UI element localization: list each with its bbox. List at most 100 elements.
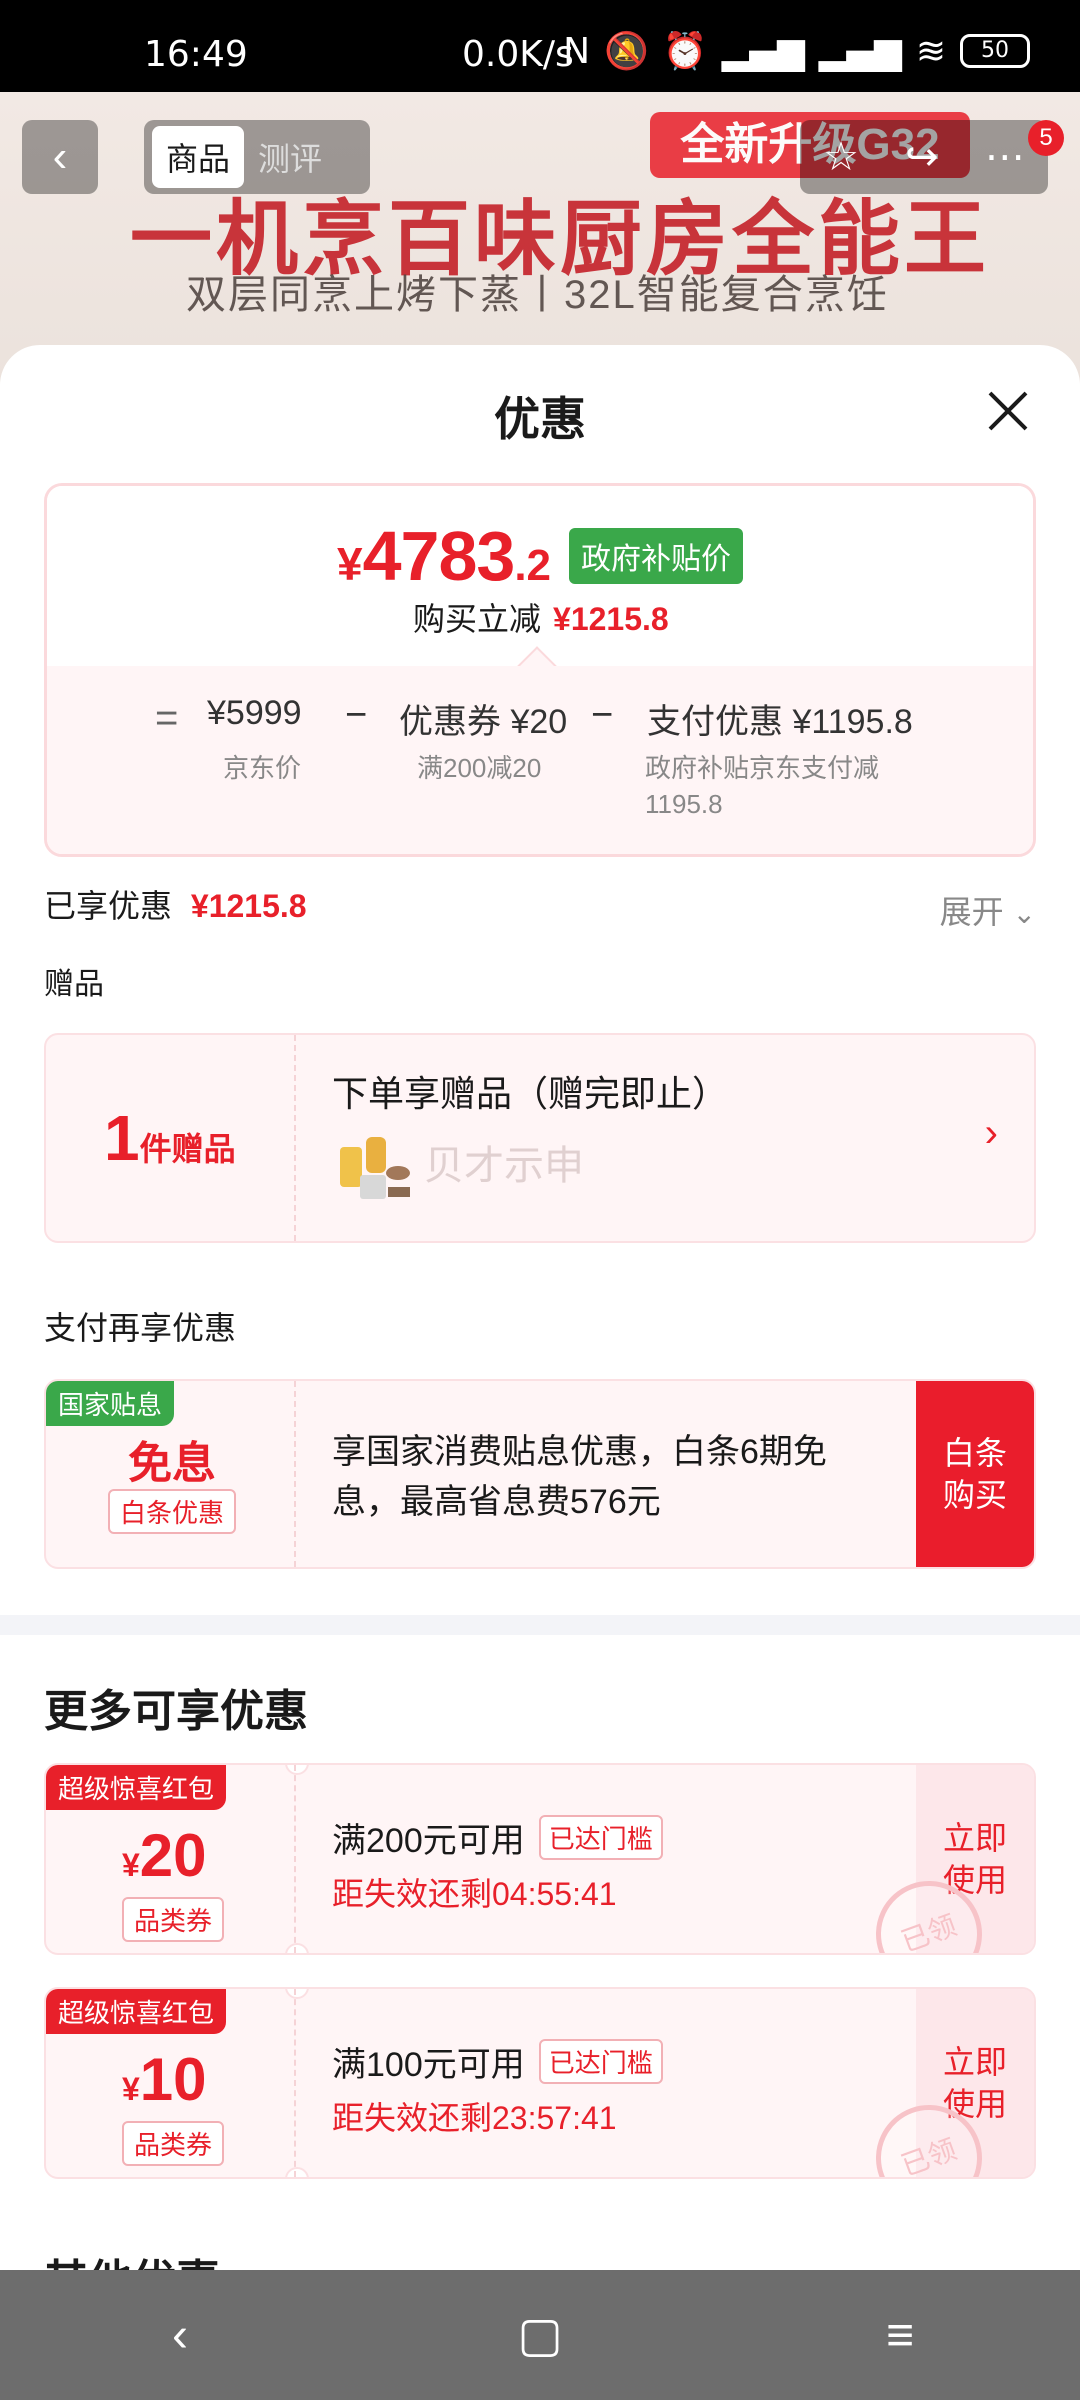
pay-again-title: 支付再享优惠	[44, 1310, 237, 1346]
baitiao-tag: 白条优惠	[108, 1489, 237, 1534]
baitiao-buy-button[interactable]: 白条 购买	[916, 1381, 1034, 1567]
gift-count-unit: 件赠品	[139, 1131, 236, 1167]
coupon-amount: ¥10	[122, 2045, 207, 2114]
price-summary-box: ¥ 4783 .2 政府补贴价 购买立减 ¥1215.8 = ¥5999 京东价 …	[44, 483, 1036, 857]
baitiao-line2: 购买	[942, 1477, 1007, 1513]
pay-discount: 支付优惠 ¥1195.8	[647, 703, 913, 741]
coupon-card: 超级惊喜红包 ¥20 品类券 满200元可用 已达门槛 距失效还剩04:55:4…	[44, 1763, 1036, 1955]
coupon-condition: 满100元可用 已达门槛	[332, 2037, 663, 2086]
signal2-icon: ▂▄▆	[818, 30, 902, 72]
coupon-tag: 超级惊喜红包	[46, 1765, 227, 1810]
coupon-type: 品类券	[122, 2121, 225, 2166]
reduce-value: ¥1215.8	[553, 601, 669, 637]
expand-label: 展开	[939, 894, 1004, 930]
close-icon[interactable]	[984, 387, 1032, 435]
discount-sheet: 优惠 ¥ 4783 .2 政府补贴价 购买立减 ¥1215.8 = ¥5999 京…	[0, 345, 1080, 2270]
price-formula: = ¥5999 京东价 − 优惠券 ¥20 满200减20 − 支付优惠 ¥11…	[47, 666, 1033, 854]
minus-sign-1: −	[345, 694, 368, 736]
pay-label-line2: 1195.8	[645, 789, 723, 819]
expand-toggle[interactable]: 展开 ⌄	[940, 887, 1036, 933]
mute-icon: 🔕	[604, 31, 649, 72]
gift-card[interactable]: 1件赠品 下单享赠品（赠完即止） 贝才示申 ›	[44, 1033, 1036, 1243]
coupon-countdown: 距失效还剩04:55:41	[332, 1876, 617, 1912]
top-tabs: 商品 测评	[144, 120, 370, 194]
alarm-icon: ⏰	[662, 31, 708, 72]
chevron-down-icon: ⌄	[1012, 898, 1036, 929]
chevron-right-icon: ›	[984, 1111, 998, 1155]
national-subsidy-tag: 国家贴息	[46, 1381, 175, 1426]
gift-card-left: 1件赠品	[46, 1035, 296, 1241]
final-price: ¥ 4783 .2	[337, 516, 551, 596]
coupon-condition: 满200减20	[417, 753, 542, 783]
top-actions: ☆ ↪ ⋯	[800, 120, 1048, 194]
status-bar: 16:49 0.0K/s N 🔕 ⏰ ▂▄▆ ▂▄▆ ≋ 50	[0, 0, 1080, 92]
gift-count: 1件赠品	[104, 1101, 236, 1175]
tab-review[interactable]: 测评	[244, 126, 336, 188]
coupon-countdown: 距失效还剩23:57:41	[332, 2100, 617, 2136]
coupon-symbol: ¥	[122, 1847, 140, 1883]
wifi-icon: ≋	[915, 30, 946, 72]
share-icon[interactable]: ↪	[905, 134, 939, 180]
interest-free-label: 免息	[128, 1439, 216, 1488]
price-integer: 4783	[362, 517, 516, 595]
gov-subsidy-tag: 政府补贴价	[569, 528, 743, 584]
more-dots-icon[interactable]: ⋯	[985, 134, 1025, 180]
instant-reduction: 购买立减 ¥1215.8	[413, 594, 669, 640]
coupon-condition-text: 满200元可用	[332, 1822, 525, 1860]
network-speed: 0.0K/s	[462, 34, 574, 75]
sheet-title: 优惠	[494, 393, 586, 445]
section-divider	[0, 1615, 1080, 1635]
gift-count-number: 1	[104, 1102, 140, 1174]
favorite-star-icon[interactable]: ☆	[823, 134, 859, 180]
jd-price-label: 京东价	[223, 753, 302, 783]
use-line1: 立即	[942, 1820, 1007, 1856]
coupon-amount: 优惠券 ¥20	[399, 703, 568, 741]
pay-discount-label: 政府补贴京东支付减 1195.8	[645, 750, 879, 822]
enjoyed-label: 已享优惠	[44, 888, 173, 924]
nfc-icon: N	[563, 30, 591, 72]
tab-product[interactable]: 商品	[152, 126, 245, 188]
gift-section-title: 赠品	[44, 968, 104, 1001]
banner-subline: 双层同烹上烤下蒸丨32L智能复合烹饪	[186, 273, 889, 317]
minus-sign-2: −	[591, 694, 614, 736]
jd-price: ¥5999	[207, 694, 302, 732]
reduce-label: 购买立减	[413, 601, 542, 637]
equals-sign: =	[155, 696, 179, 740]
interest-free-left: 国家贴息 免息 白条优惠	[46, 1381, 296, 1567]
coupon-card: 超级惊喜红包 ¥10 品类券 满100元可用 已达门槛 距失效还剩23:57:4…	[44, 1987, 1036, 2179]
coupon-type: 品类券	[122, 1897, 225, 1942]
enjoyed-value: ¥1215.8	[190, 888, 307, 924]
coupon-tag: 超级惊喜红包	[46, 1989, 227, 2034]
gift-thumbnail	[340, 1137, 410, 1199]
status-time: 16:49	[144, 34, 248, 75]
gift-item-name: 贝才示申	[424, 1144, 584, 1188]
price-currency: ¥	[337, 538, 363, 590]
nav-back-icon[interactable]: ‹	[120, 2308, 240, 2363]
price-decimal: .2	[514, 541, 552, 590]
coupon-left: 超级惊喜红包 ¥20 品类券	[46, 1765, 296, 1953]
interest-free-card: 国家贴息 免息 白条优惠 享国家消费贴息优惠，白条6期免息，最高省息费576元 …	[44, 1379, 1036, 1569]
system-nav-bar: ‹ ▢ ≡	[0, 2270, 1080, 2400]
price-header: ¥ 4783 .2 政府补贴价 购买立减 ¥1215.8	[47, 486, 1033, 686]
status-icons: N 🔕 ⏰ ▂▄▆ ▂▄▆ ≋ 50	[563, 30, 1030, 72]
threshold-reached-tag: 已达门槛	[538, 1815, 663, 1860]
enjoyed-discount: 已享优惠 ¥1215.8	[44, 881, 307, 927]
pay-label-line1: 政府补贴京东支付减	[645, 753, 880, 783]
more-discounts-title: 更多可享优惠	[44, 1687, 308, 1736]
coupon-amount: ¥20	[122, 1821, 207, 1890]
back-button[interactable]: ‹	[22, 120, 98, 194]
coupon-left: 超级惊喜红包 ¥10 品类券	[46, 1989, 296, 2177]
coupon-symbol: ¥	[122, 2071, 140, 2107]
use-line1: 立即	[942, 2044, 1007, 2080]
coupon-condition: 满200元可用 已达门槛	[332, 1813, 663, 1862]
baitiao-buy-label: 白条 购买	[943, 1432, 1007, 1516]
coupon-condition-text: 满100元可用	[332, 2046, 525, 2084]
nav-home-icon[interactable]: ▢	[480, 2307, 600, 2363]
back-arrow-icon: ‹	[52, 132, 68, 181]
battery-icon: 50	[960, 34, 1030, 68]
other-discounts-title: 其他优惠	[44, 2245, 220, 2270]
coupon-value: 10	[139, 2046, 207, 2113]
nav-menu-icon[interactable]: ≡	[840, 2308, 960, 2363]
cart-count-badge: 5	[1028, 120, 1064, 156]
coupon-value: 20	[139, 1822, 207, 1889]
